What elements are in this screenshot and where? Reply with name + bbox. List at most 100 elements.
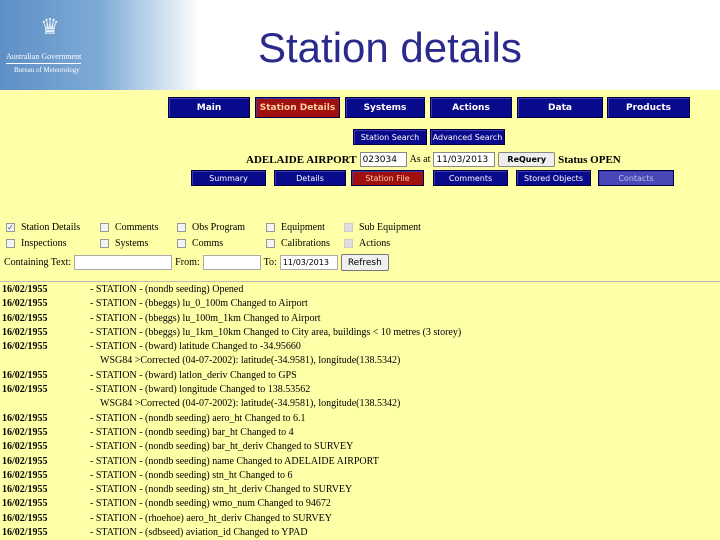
checkbox-inspections[interactable]: Inspections xyxy=(6,238,67,249)
log-date: 16/02/1955 xyxy=(2,441,48,453)
log-date: 16/02/1955 xyxy=(2,326,48,338)
log-entry: WSG84 >Corrected (04-07-2002): latitude(… xyxy=(2,354,461,368)
checkbox-equipment[interactable]: Equipment xyxy=(266,222,325,233)
log-entry: 16/02/1955 - STATION - (rhoehoe) aero_ht_… xyxy=(2,512,461,526)
log-text: - STATION - (bward) latlon_deriv Changed… xyxy=(90,369,297,381)
log-text: - STATION - (nondb seeding) Opened xyxy=(90,284,244,295)
log-text: - STATION - (nondb seeding) wmo_num Chan… xyxy=(90,498,331,510)
nav-products[interactable]: Products xyxy=(607,97,690,118)
slide-header: ♛ Australian Government Bureau of Meteor… xyxy=(0,0,720,90)
checkbox-calibrations[interactable]: Calibrations xyxy=(266,238,330,249)
log-text: - STATION - (bbeggs) lu_1km_10km Changed… xyxy=(90,326,462,338)
log-date: 16/02/1955 xyxy=(2,412,48,424)
tab-contacts[interactable]: Contacts xyxy=(598,170,674,186)
checkbox-label: Obs Program xyxy=(192,222,246,233)
checkbox-systems[interactable]: Systems xyxy=(100,238,148,249)
checkbox-station-details[interactable]: ✓ Station Details xyxy=(6,222,80,233)
log-text: - STATION - (nondb seeding) bar_ht Chang… xyxy=(90,426,294,438)
log-text: WSG84 >Corrected (04-07-2002): latitude(… xyxy=(100,355,401,367)
tab-details[interactable]: Details xyxy=(274,170,346,186)
station-line: ADELAIDE AIRPORT As at ReQuery Status OP… xyxy=(246,152,621,167)
log-date: 16/02/1955 xyxy=(2,527,48,539)
divider xyxy=(0,281,720,282)
refresh-button[interactable]: Refresh xyxy=(340,254,389,271)
as-at-label: As at xyxy=(409,154,431,165)
checkbox-sub-equipment[interactable]: Sub Equipment xyxy=(344,222,421,233)
log-entry: 16/02/1955 - STATION - (bward) latlon_der… xyxy=(2,369,461,383)
from-label: From: xyxy=(175,257,200,268)
bom-logo: ♛ Australian Government Bureau of Meteor… xyxy=(0,0,200,90)
to-label: To: xyxy=(263,257,277,268)
nav-actions[interactable]: Actions xyxy=(430,97,512,118)
from-date-input[interactable] xyxy=(202,255,261,270)
log-entry: 16/02/1955 - STATION - (sdbseed) aviation… xyxy=(2,526,461,540)
checkbox-comms[interactable]: Comms xyxy=(177,238,223,249)
log-date xyxy=(2,354,90,368)
checkbox-actions[interactable]: Actions xyxy=(344,238,390,249)
log-entry: 16/02/1955 - STATION - (nondb seeding) ba… xyxy=(2,440,461,454)
advanced-search-button[interactable]: Advanced Search xyxy=(430,129,505,145)
station-status: Status OPEN xyxy=(558,153,621,166)
nav-main[interactable]: Main xyxy=(168,97,250,118)
nav-systems[interactable]: Systems xyxy=(345,97,425,118)
logo-line2: Bureau of Meteorology xyxy=(14,66,80,74)
log-date: 16/02/1955 xyxy=(2,484,48,496)
tab-stored-objects[interactable]: Stored Objects xyxy=(516,170,591,186)
log-text: - STATION - (rhoehoe) aero_ht_deriv Chan… xyxy=(90,512,332,524)
log-date: 16/02/1955 xyxy=(2,298,48,310)
containing-text-input[interactable] xyxy=(74,255,173,270)
log-date: 16/02/1955 xyxy=(2,284,48,295)
logo-line1: Australian Government xyxy=(6,52,82,64)
station-file-log: 16/02/1955 - STATION - (nondb seeding) Op… xyxy=(2,283,461,540)
checkbox-label: Comments xyxy=(115,222,159,233)
log-entry: 16/02/1955 - STATION - (bward) latitude C… xyxy=(2,340,461,354)
log-text: - STATION - (nondb seeding) stn_ht_deriv… xyxy=(90,484,353,496)
log-text: - STATION - (bbeggs) lu_0_100m Changed t… xyxy=(90,298,308,310)
to-date-input[interactable] xyxy=(279,255,338,270)
checkbox-label: Systems xyxy=(115,238,149,249)
checkbox-label: Inspections xyxy=(21,238,67,249)
log-date: 16/02/1955 xyxy=(2,426,48,438)
checkbox-comments[interactable]: Comments xyxy=(100,222,158,233)
log-entry: 16/02/1955 - STATION - (nondb seeding) st… xyxy=(2,469,461,483)
log-date: 16/02/1955 xyxy=(2,341,48,353)
station-id-input[interactable] xyxy=(359,152,407,167)
log-text: - STATION - (nondb seeding) name Changed… xyxy=(90,455,379,467)
log-entry: 16/02/1955 - STATION - (nondb seeding) ae… xyxy=(2,412,461,426)
station-search-button[interactable]: Station Search xyxy=(353,129,427,145)
log-date: 16/02/1955 xyxy=(2,469,48,481)
page-title: Station details xyxy=(258,24,522,71)
log-date: 16/02/1955 xyxy=(2,498,48,510)
log-entry: 16/02/1955 - STATION - (bward) longitude … xyxy=(2,383,461,397)
log-text: - STATION - (nondb seeding) stn_ht Chang… xyxy=(90,469,293,481)
nav-station-details[interactable]: Station Details xyxy=(255,97,340,118)
log-entry: 16/02/1955 - STATION - (nondb seeding) st… xyxy=(2,483,461,497)
log-date: 16/02/1955 xyxy=(2,512,48,524)
tab-station-file[interactable]: Station File xyxy=(351,170,424,186)
checkbox-label: Calibrations xyxy=(281,238,330,249)
nav-data[interactable]: Data xyxy=(517,97,603,118)
containing-text-label: Containing Text: xyxy=(4,257,72,268)
log-text: WSG84 >Corrected (04-07-2002): latitude(… xyxy=(100,398,401,410)
log-entry: 16/02/1955 - STATION - (nondb seeding) na… xyxy=(2,455,461,469)
checkbox-label: Sub Equipment xyxy=(359,222,421,233)
log-text: - STATION - (sdbseed) aviation_id Change… xyxy=(90,527,308,539)
log-text: - STATION - (nondb seeding) aero_ht Chan… xyxy=(90,412,306,424)
log-entry: 16/02/1955 - STATION - (nondb seeding) Op… xyxy=(2,283,461,297)
checkbox-label: Actions xyxy=(359,238,391,249)
checkbox-label: Station Details xyxy=(21,222,81,233)
log-text: - STATION - (nondb seeding) bar_ht_deriv… xyxy=(90,441,354,453)
requery-button[interactable]: ReQuery xyxy=(498,152,556,167)
log-date: 16/02/1955 xyxy=(2,455,48,467)
log-entry: 16/02/1955 - STATION - (bbeggs) lu_0_100m… xyxy=(2,297,461,311)
log-entry: WSG84 >Corrected (04-07-2002): latitude(… xyxy=(2,397,461,411)
coat-of-arms-icon: ♛ xyxy=(40,14,60,39)
checkbox-obs-program[interactable]: Obs Program xyxy=(177,222,245,233)
log-date: 16/02/1955 xyxy=(2,312,48,324)
as-at-date-input[interactable] xyxy=(433,152,496,167)
log-text: - STATION - (bward) latitude Changed to … xyxy=(90,341,301,353)
checkbox-label: Comms xyxy=(192,238,224,249)
tab-comments[interactable]: Comments xyxy=(433,170,508,186)
log-date xyxy=(2,397,90,411)
tab-summary[interactable]: Summary xyxy=(191,170,266,186)
